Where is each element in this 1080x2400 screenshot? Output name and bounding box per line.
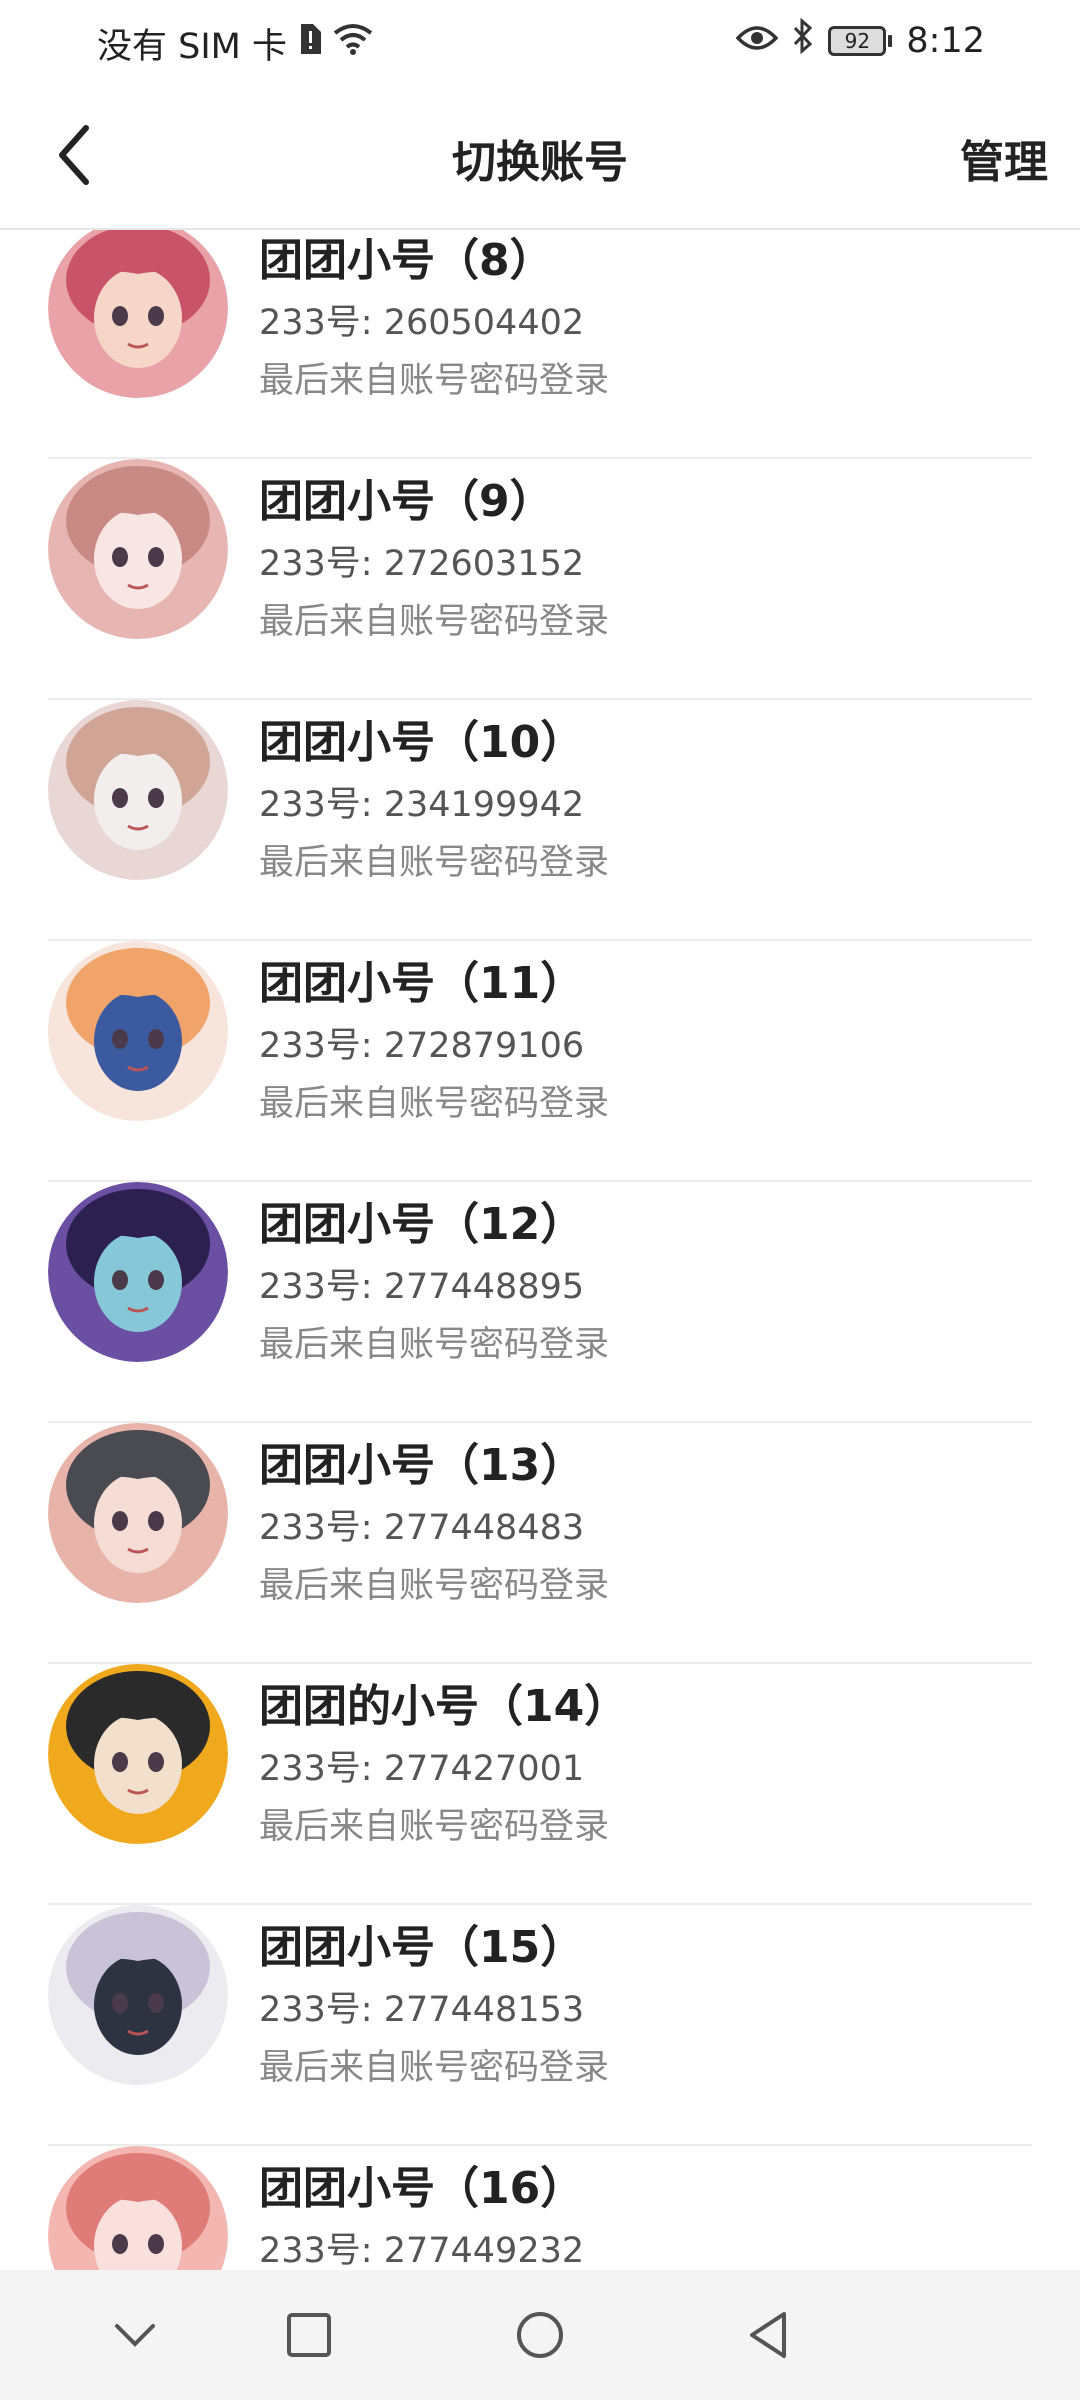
- sim-alert-icon: [297, 22, 323, 65]
- account-name: 团团小号（8）: [259, 235, 554, 286]
- avatar: [48, 1423, 228, 1603]
- account-list[interactable]: 团团小号（8） 233号: 260504402 最后来自账号密码登录 团团小号（…: [0, 230, 1080, 2270]
- avatar: [48, 1182, 228, 1362]
- account-name: 团团小号（10）: [259, 717, 585, 768]
- collapse-chevron-icon[interactable]: [95, 2300, 175, 2370]
- account-id: 233号: 260504402: [259, 303, 585, 343]
- battery-level: 92: [828, 25, 887, 56]
- account-name: 团团的小号（14）: [259, 1681, 629, 1732]
- status-bar: 没有 SIM 卡 92 8:12: [0, 0, 1080, 80]
- app-header: 切换账号 管理: [0, 80, 1080, 230]
- account-row[interactable]: 团团小号（15） 233号: 277448153 最后来自账号密码登录: [0, 1905, 1080, 2146]
- avatar: [48, 1664, 228, 1844]
- manage-button[interactable]: 管理: [960, 126, 1048, 190]
- bluetooth-icon: [792, 17, 814, 63]
- page-title: 切换账号: [452, 137, 628, 188]
- avatar: [48, 941, 228, 1121]
- account-row[interactable]: 团团的小号（14） 233号: 277427001 最后来自账号密码登录: [0, 1664, 1080, 1905]
- account-id: 233号: 277448153: [259, 1990, 585, 2030]
- back-triangle-icon[interactable]: [728, 2300, 808, 2370]
- account-row[interactable]: 团团小号（8） 233号: 260504402 最后来自账号密码登录: [0, 230, 1080, 459]
- login-method-note: 最后来自账号密码登录: [259, 843, 610, 883]
- account-id: 233号: 234199942: [259, 785, 585, 825]
- account-id: 233号: 277427001: [259, 1749, 585, 1789]
- account-name: 团团小号（15）: [259, 1922, 585, 1973]
- login-method-note: 最后来自账号密码登录: [259, 602, 610, 642]
- account-id: 233号: 272879106: [259, 1026, 585, 1066]
- account-id: 233号: 277449232: [259, 2231, 585, 2270]
- account-name: 团团小号（16）: [259, 2163, 585, 2214]
- home-circle-icon[interactable]: [500, 2300, 580, 2370]
- account-row[interactable]: 团团小号（13） 233号: 277448483 最后来自账号密码登录: [0, 1423, 1080, 1664]
- account-row[interactable]: 团团小号（10） 233号: 234199942 最后来自账号密码登录: [0, 700, 1080, 941]
- status-right: 92 8:12: [735, 17, 985, 63]
- account-name: 团团小号（13）: [259, 1440, 585, 1491]
- login-method-note: 最后来自账号密码登录: [259, 1325, 610, 1365]
- account-row[interactable]: 团团小号（9） 233号: 272603152 最后来自账号密码登录: [0, 459, 1080, 700]
- account-name: 团团小号（11）: [259, 958, 585, 1009]
- account-row[interactable]: 团团小号（12） 233号: 277448895 最后来自账号密码登录: [0, 1182, 1080, 1423]
- clock-text: 8:12: [906, 20, 985, 61]
- login-method-note: 最后来自账号密码登录: [259, 361, 610, 401]
- avatar: [48, 2146, 228, 2270]
- account-name: 团团小号（9）: [259, 476, 554, 527]
- login-method-note: 最后来自账号密码登录: [259, 1084, 610, 1124]
- account-id: 233号: 272603152: [259, 544, 585, 584]
- login-method-note: 最后来自账号密码登录: [259, 1807, 610, 1847]
- login-method-note: 最后来自账号密码登录: [259, 1566, 610, 1606]
- avatar: [48, 1905, 228, 2085]
- account-id: 233号: 277448895: [259, 1267, 585, 1307]
- account-id: 233号: 277448483: [259, 1508, 585, 1548]
- system-nav-bar: [0, 2270, 1080, 2400]
- avatar: [48, 230, 228, 398]
- recent-apps-square-icon[interactable]: [269, 2300, 349, 2370]
- status-left: 没有 SIM 卡: [97, 18, 373, 69]
- login-method-note: 最后来自账号密码登录: [259, 2048, 610, 2088]
- avatar: [48, 700, 228, 880]
- account-row[interactable]: 团团小号（11） 233号: 272879106 最后来自账号密码登录: [0, 941, 1080, 1182]
- carrier-text: 没有 SIM 卡: [97, 27, 287, 67]
- eye-icon: [735, 21, 779, 61]
- battery-icon: 92: [828, 25, 893, 56]
- avatar: [48, 459, 228, 639]
- wifi-icon: [333, 23, 373, 64]
- account-row[interactable]: 团团小号（16） 233号: 277449232 最后来自账号密码登录: [0, 2146, 1080, 2270]
- account-name: 团团小号（12）: [259, 1199, 585, 1250]
